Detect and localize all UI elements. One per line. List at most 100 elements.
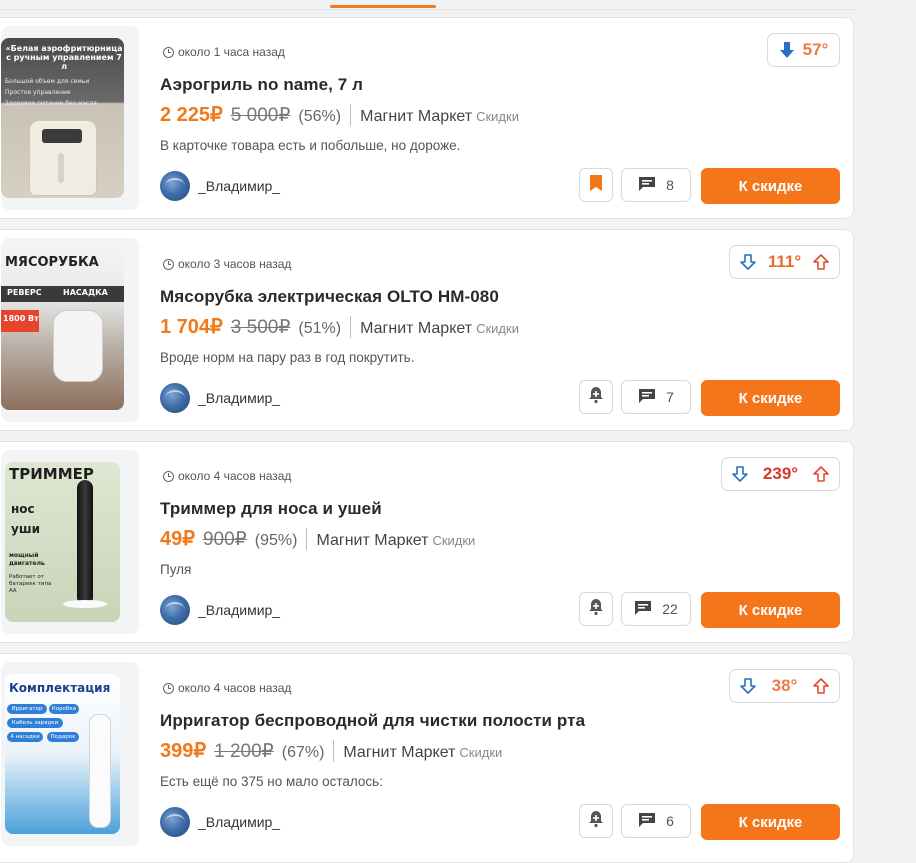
store-link[interactable]: Магнит Маркет: [316, 532, 428, 550]
grinder-illustration: [53, 310, 103, 382]
old-price: 900₽: [202, 529, 247, 550]
comments-button[interactable]: 7: [621, 380, 691, 414]
posted-time: около 1 часа назад: [163, 45, 285, 59]
category-link[interactable]: Скидки: [459, 745, 502, 760]
go-to-deal-button[interactable]: К скидке: [701, 380, 840, 416]
discount-percent: (67%): [281, 744, 325, 761]
clock-icon: [163, 470, 174, 482]
price-line: 2 225₽ 5 000₽ (56%) Магнит Маркет Скидки: [160, 102, 519, 127]
product-image-badge: Ирригатор: [7, 704, 47, 714]
deal-title[interactable]: Аэрогриль no name, 7 л: [160, 75, 363, 95]
price-line: 1 704₽ 3 500₽ (51%) Магнит Маркет Скидки: [160, 314, 519, 339]
product-image: Комплектация Ирригатор Коробка Кабель за…: [5, 674, 120, 834]
deal-description: В карточке товара есть и побольше, но до…: [160, 138, 461, 153]
product-image-badge: 4 насадки: [7, 732, 43, 742]
author-name[interactable]: _Владимир_: [198, 814, 280, 830]
product-image-badge: РЕВЕРС: [7, 288, 42, 297]
discount-percent: (51%): [298, 320, 342, 337]
clock-icon: [163, 46, 174, 58]
temperature-value: 38°: [771, 676, 798, 695]
bookmark-icon: [590, 174, 602, 196]
store-link[interactable]: Магнит Маркет: [360, 108, 472, 126]
product-image-badge: Коробка: [49, 704, 79, 714]
vote-up-icon[interactable]: [812, 253, 830, 271]
deal-card: ТРИММЕР нос уши мощный двигатель Работае…: [0, 441, 854, 643]
deal-price: 2 225₽: [160, 104, 223, 126]
bell-plus-icon: [588, 598, 604, 621]
product-image-bullet: Простое управление: [5, 89, 71, 96]
avatar[interactable]: [160, 171, 190, 201]
deal-title[interactable]: Триммер для носа и ушей: [160, 499, 382, 519]
deal-title[interactable]: Ирригатор беспроводной для чистки полост…: [160, 711, 585, 731]
product-image-badge: мощный двигатель: [9, 552, 45, 567]
product-image-badge: нос: [11, 502, 35, 516]
temperature-widget: 111°: [729, 245, 840, 279]
vote-up-icon[interactable]: [812, 465, 830, 483]
avatar[interactable]: [160, 383, 190, 413]
comments-count: 22: [662, 601, 678, 617]
product-image-bullet: Большой объем для семьи: [5, 78, 90, 85]
avatar[interactable]: [160, 807, 190, 837]
store-link[interactable]: Магнит Маркет: [343, 744, 455, 762]
irrigator-illustration: [89, 714, 111, 828]
airfryer-illustration: [29, 120, 97, 196]
vote-down-icon[interactable]: [779, 41, 795, 59]
comment-icon: [638, 812, 656, 831]
category-link[interactable]: Скидки: [432, 533, 475, 548]
comments-button[interactable]: 6: [621, 804, 691, 838]
divider: [350, 315, 352, 338]
temperature-widget: 57°: [767, 33, 840, 67]
deal-thumbnail[interactable]: ТРИММЕР нос уши мощный двигатель Работае…: [1, 450, 139, 634]
comments-button[interactable]: 8: [621, 168, 691, 202]
old-price: 3 500₽: [230, 317, 291, 338]
go-to-deal-button[interactable]: К скидке: [701, 168, 840, 204]
posted-time-text: около 4 часов назад: [178, 681, 292, 695]
deal-price: 1 704₽: [160, 316, 223, 338]
divider: [333, 739, 335, 762]
author-name[interactable]: _Владимир_: [198, 178, 280, 194]
deal-thumbnail[interactable]: Комплектация Ирригатор Коробка Кабель за…: [1, 662, 139, 846]
subscribe-button[interactable]: [579, 804, 613, 838]
vote-down-icon[interactable]: [731, 465, 749, 483]
product-image-badge: Подарок: [47, 732, 79, 742]
comments-count: 8: [666, 177, 674, 193]
product-image-caption: «Белая аэрофритюрница с ручным управлени…: [5, 44, 123, 72]
subscribe-button[interactable]: [579, 380, 613, 414]
author-name[interactable]: _Владимир_: [198, 602, 280, 618]
product-image-bullet: Здоровое питание без масла: [5, 100, 97, 107]
product-image-badge: уши: [11, 522, 40, 536]
go-to-deal-button[interactable]: К скидке: [701, 592, 840, 628]
go-to-deal-button[interactable]: К скидке: [701, 804, 840, 840]
product-image-caption: Комплектация: [9, 681, 111, 695]
discount-percent: (95%): [254, 532, 298, 549]
category-link[interactable]: Скидки: [476, 321, 519, 336]
deal-thumbnail[interactable]: «Белая аэрофритюрница с ручным управлени…: [1, 26, 139, 210]
product-image-caption: ТРИММЕР: [9, 465, 94, 483]
deal-card: МЯСОРУБКА РЕВЕРС НАСАДКА 1800 Вт около 3…: [0, 229, 854, 431]
vote-down-icon[interactable]: [739, 253, 757, 271]
divider: [306, 527, 308, 550]
discount-percent: (56%): [298, 108, 342, 125]
vote-down-icon[interactable]: [739, 677, 757, 695]
clock-icon: [163, 682, 174, 694]
old-price: 5 000₽: [230, 105, 291, 126]
clock-icon: [163, 258, 174, 270]
author-name[interactable]: _Владимир_: [198, 390, 280, 406]
product-image-badge: Кабель зарядки: [7, 718, 63, 728]
temperature-value: 57°: [802, 40, 829, 59]
vote-up-icon[interactable]: [812, 677, 830, 695]
bookmark-button[interactable]: [579, 168, 613, 202]
subscribe-button[interactable]: [579, 592, 613, 626]
deal-card: Комплектация Ирригатор Коробка Кабель за…: [0, 653, 854, 863]
comments-count: 6: [666, 813, 674, 829]
store-link[interactable]: Магнит Маркет: [360, 320, 472, 338]
bell-plus-icon: [588, 386, 604, 409]
comments-button[interactable]: 22: [621, 592, 691, 626]
category-link[interactable]: Скидки: [476, 109, 519, 124]
avatar[interactable]: [160, 595, 190, 625]
comment-icon: [634, 600, 652, 619]
deal-thumbnail[interactable]: МЯСОРУБКА РЕВЕРС НАСАДКА 1800 Вт: [1, 238, 139, 422]
posted-time: около 4 часов назад: [163, 469, 291, 483]
deal-description: Вроде норм на пару раз в год покрутить.: [160, 350, 415, 365]
deal-title[interactable]: Мясорубка электрическая OLTO HM-080: [160, 287, 499, 307]
